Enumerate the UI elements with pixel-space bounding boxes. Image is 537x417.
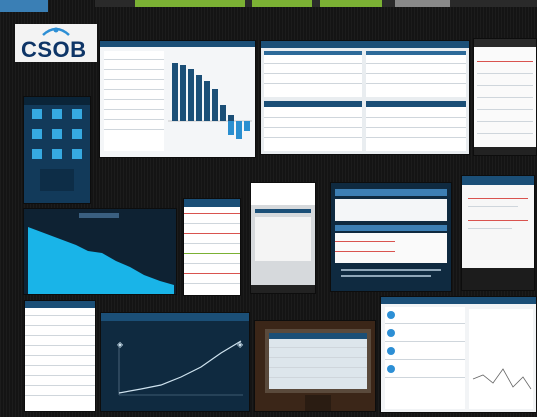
tile-line-chart[interactable]: ◈ ◈ (100, 312, 250, 412)
top-green-tile-b (252, 0, 312, 7)
tile-tablet-news[interactable] (380, 296, 537, 413)
app-grid-icons (32, 109, 82, 191)
upper-right-panel (366, 51, 466, 97)
lower-left-panel (264, 101, 362, 151)
tile-phone-messages[interactable] (473, 38, 537, 156)
tile-tablet-bar-chart[interactable] (99, 40, 256, 158)
csob-logo-mark-icon (42, 27, 70, 36)
upper-left-panel (264, 51, 362, 97)
top-green-tile-c (320, 0, 382, 7)
logo-text: CSOB (21, 37, 87, 62)
tile-phone-dialog[interactable] (330, 182, 452, 292)
svg-text:◈: ◈ (237, 340, 244, 349)
top-left-blue-tile (0, 0, 48, 12)
news-mini-chart (469, 309, 533, 409)
tile-tablet-rates[interactable] (24, 300, 96, 412)
tile-phone-menu[interactable] (23, 96, 91, 204)
top-green-tile-a (135, 0, 245, 7)
tile-monitor-photo[interactable] (254, 320, 376, 412)
lower-right-panel (366, 101, 466, 151)
bar-chart-graphic (168, 63, 252, 139)
tile-phone-form[interactable] (250, 182, 316, 294)
phone-nav-bar (474, 147, 536, 155)
csob-logo: CSOB (15, 24, 97, 62)
tile-phone-notes[interactable] (461, 175, 535, 291)
top-grey-tile (395, 0, 450, 7)
line-chart-graphic: ◈ ◈ (101, 313, 249, 396)
tile-tablet-list-split[interactable] (260, 40, 470, 155)
area-chart-graphic (28, 213, 174, 294)
svg-text:◈: ◈ (117, 340, 124, 349)
left-list-panel (104, 51, 164, 151)
tile-phone-table[interactable] (183, 198, 241, 296)
message-list (477, 51, 533, 143)
tile-area-chart[interactable] (23, 208, 177, 295)
news-list (385, 307, 465, 409)
